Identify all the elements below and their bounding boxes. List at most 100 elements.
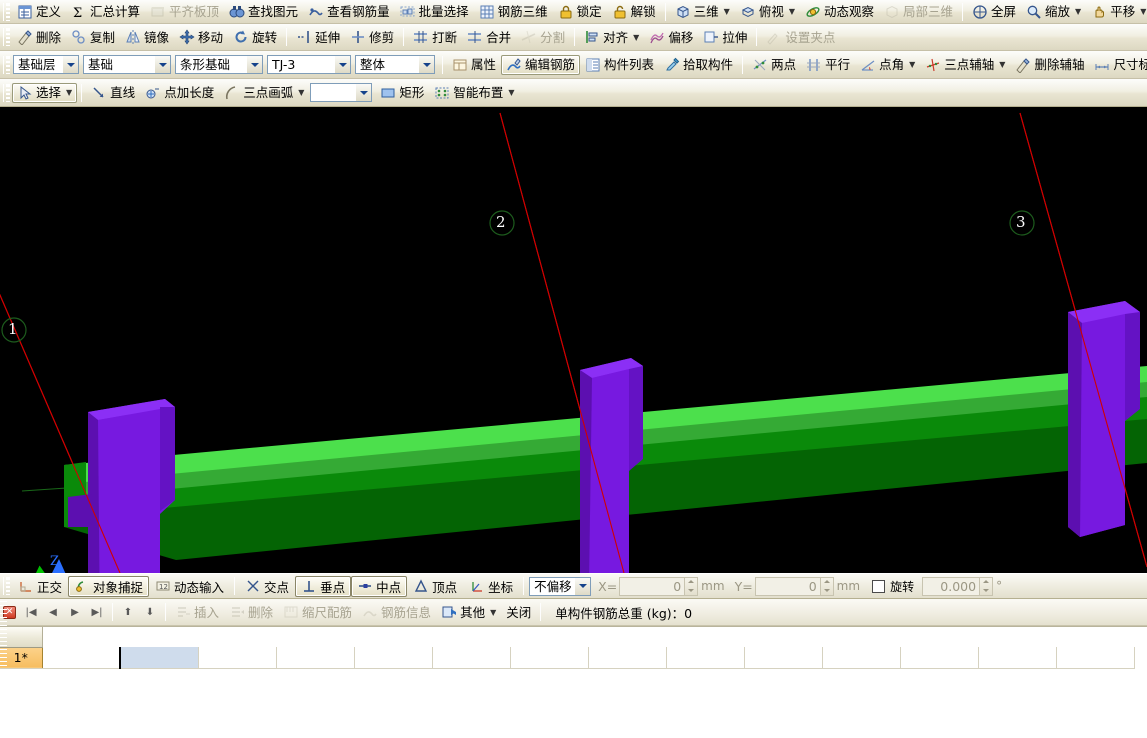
cell-col-total-weight[interactable] [978, 647, 1056, 668]
move-button[interactable]: 移动 [174, 27, 228, 47]
rotate-button[interactable]: 旋转 [228, 27, 282, 47]
y-coordinate-input[interactable]: 0 [755, 577, 821, 596]
chevron-down-icon[interactable] [62, 56, 78, 73]
component-list-button[interactable]: 构件列表 [580, 55, 659, 75]
pick-component-button[interactable]: 拾取构件 [659, 55, 738, 75]
nav-down-icon[interactable]: ⬇ [139, 602, 161, 622]
nav-up-icon[interactable]: ⬆ [117, 602, 139, 622]
rebar-table-body[interactable]: 1* [0, 647, 1135, 668]
toolbar-grip[interactable] [3, 28, 10, 46]
nav-first-icon[interactable]: |◀ [20, 602, 42, 622]
toolbar-grip[interactable] [3, 84, 10, 102]
cell-col-loss[interactable] [822, 647, 900, 668]
copy-button[interactable]: 复制 [66, 27, 120, 47]
define-button[interactable]: 定义 [12, 2, 66, 22]
stretch-button[interactable]: 拉伸 [698, 27, 752, 47]
parallel-button[interactable]: 平行 [801, 55, 855, 75]
chevron-down-icon[interactable]: ▼ [724, 7, 730, 16]
rectangle-button[interactable]: 矩形 [375, 83, 429, 103]
chevron-down-icon[interactable] [418, 56, 434, 73]
cell-col-calc-formula[interactable] [432, 647, 510, 668]
toolbar-grip[interactable] [3, 3, 10, 21]
delete-button[interactable]: 删除 [12, 27, 66, 47]
pan-button[interactable]: 平移▼ [1086, 2, 1147, 22]
rotate-angle-stepper[interactable] [980, 577, 993, 596]
chevron-down-icon[interactable]: ▼ [508, 88, 514, 97]
nav-last-icon[interactable]: ▶| [86, 602, 108, 622]
x-coordinate-input-stepper[interactable] [685, 577, 698, 596]
cell-col-lap[interactable] [744, 647, 822, 668]
three-point-arc-button[interactable]: 三点画弧▼ [219, 83, 309, 103]
y-coordinate-input-stepper[interactable] [821, 577, 834, 596]
cell-col-diameter[interactable] [120, 647, 198, 668]
chevron-down-icon[interactable]: ▼ [633, 33, 639, 42]
rotate-checkbox[interactable] [872, 580, 885, 593]
cell-col-grade[interactable] [198, 647, 276, 668]
object-snap-toggle[interactable]: 对象捕捉 [68, 576, 149, 597]
batch-select-button[interactable]: 批量选择 [395, 2, 474, 22]
model-3d-viewport[interactable]: Z 1 2 3 B 1 2 3 [0, 107, 1147, 573]
summary-calc-button[interactable]: Σ汇总计算 [66, 2, 145, 22]
offset-mode-combo[interactable]: 不偏移 [529, 577, 591, 596]
cell-col-rebar-category[interactable] [1056, 647, 1134, 668]
chevron-down-icon[interactable]: ▼ [1075, 7, 1081, 16]
properties-button[interactable]: 属性 [447, 55, 501, 75]
x-coordinate-input[interactable]: 0 [619, 577, 685, 596]
fullscreen-button[interactable]: 全屏 [967, 2, 1021, 22]
chevron-down-icon[interactable]: ▼ [298, 88, 304, 97]
part-combo[interactable]: 整体 [355, 55, 435, 74]
snap-intersection[interactable]: 交点 [239, 576, 295, 597]
mirror-button[interactable]: 镜像 [120, 27, 174, 47]
shape-combo[interactable] [310, 83, 372, 102]
two-point-button[interactable]: 两点 [747, 55, 801, 75]
floor-combo[interactable]: 基础层 [13, 55, 79, 74]
component-combo[interactable]: TJ-3 [267, 55, 351, 74]
edit-rebar-button[interactable]: 编辑钢筋 [501, 55, 580, 75]
select-button[interactable]: 选择▼ [12, 83, 77, 103]
snap-vertex[interactable]: 顶点 [407, 576, 463, 597]
cell-col-formula-desc[interactable] [510, 647, 588, 668]
view-3d-button[interactable]: 三维▼ [670, 2, 735, 22]
cell-col-rebar-no[interactable] [42, 647, 120, 668]
view-rebar-qty-button[interactable]: 查看钢筋量 [303, 2, 395, 22]
offset-button[interactable]: 偏移 [644, 27, 698, 47]
unlock-button[interactable]: 解锁 [607, 2, 661, 22]
align-button[interactable]: 对齐▼ [579, 27, 644, 47]
rebar-table-container[interactable]: 1* [0, 626, 1147, 738]
cell-col-length[interactable] [588, 647, 666, 668]
model-3d-canvas[interactable]: Z [0, 107, 1147, 573]
chevron-down-icon[interactable]: ▼ [490, 608, 496, 617]
chevron-down-icon[interactable]: ▼ [1140, 7, 1146, 16]
zoom-button[interactable]: 缩放▼ [1021, 2, 1086, 22]
point-angle-button[interactable]: 点角▼ [855, 55, 920, 75]
extend-button[interactable]: 延伸 [291, 27, 345, 47]
close-button[interactable]: 关闭 [501, 602, 536, 622]
toolbar-grip[interactable] [3, 577, 10, 595]
nav-next-icon[interactable]: ▶ [64, 602, 86, 622]
chevron-down-icon[interactable]: ▼ [66, 88, 72, 97]
table-row[interactable]: 1* [0, 647, 1135, 668]
break-button[interactable]: 打断 [408, 27, 462, 47]
other-button[interactable]: 其他▼ [436, 602, 501, 622]
chevron-down-icon[interactable]: ▼ [909, 60, 915, 69]
category-combo[interactable]: 基础 [83, 55, 171, 74]
trim-button[interactable]: 修剪 [345, 27, 399, 47]
lock-button[interactable]: 锁定 [553, 2, 607, 22]
chevron-down-icon[interactable] [574, 578, 590, 595]
chevron-down-icon[interactable] [246, 56, 262, 73]
view-top-button[interactable]: 俯视▼ [735, 2, 800, 22]
chevron-down-icon[interactable]: ▼ [999, 60, 1005, 69]
toolbar-grip[interactable] [3, 56, 10, 74]
cell-col-drawing-no[interactable] [276, 647, 354, 668]
cell-col-count[interactable] [666, 647, 744, 668]
three-point-aux-axis-button[interactable]: 三点辅轴▼ [920, 55, 1010, 75]
cell-col-unit-weight[interactable] [900, 647, 978, 668]
chevron-down-icon[interactable]: ▼ [789, 7, 795, 16]
smart-layout-button[interactable]: 智能布置▼ [429, 83, 519, 103]
chevron-down-icon[interactable] [334, 56, 350, 73]
delete-aux-axis-button[interactable]: 删除辅轴 [1010, 55, 1089, 75]
nav-prev-icon[interactable]: ◀ [42, 602, 64, 622]
chevron-down-icon[interactable] [154, 56, 170, 73]
chevron-down-icon[interactable] [355, 84, 371, 101]
snap-midpoint[interactable]: 中点 [351, 576, 407, 597]
